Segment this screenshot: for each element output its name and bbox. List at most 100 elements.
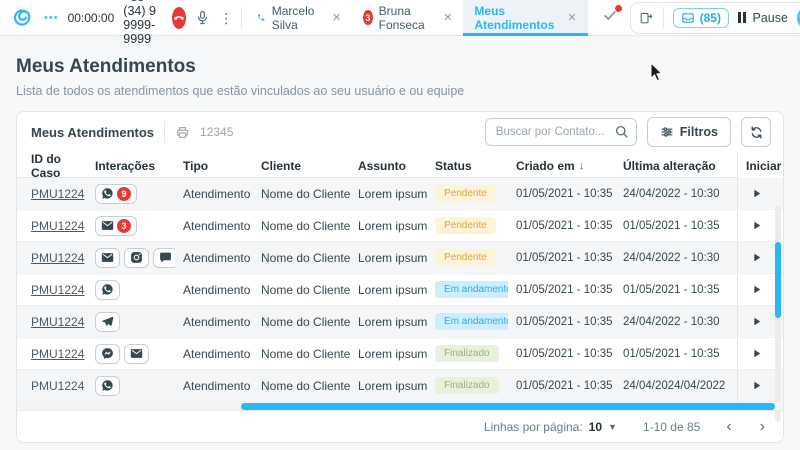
inbox-icon bbox=[681, 11, 695, 25]
tab-close-icon[interactable]: ✕ bbox=[332, 11, 341, 24]
case-id-link[interactable]: PMU1224 bbox=[31, 251, 84, 265]
rows-per-page-value[interactable]: 10 bbox=[589, 420, 602, 434]
tab-label: Bruna Fonseca bbox=[379, 4, 431, 32]
table-row[interactable]: PMU1224 Atendimento Nome do Cliente Lore… bbox=[17, 242, 783, 274]
email-chip[interactable] bbox=[124, 344, 149, 364]
row-cliente: Nome do Cliente bbox=[253, 251, 350, 265]
play-icon bbox=[750, 219, 763, 232]
col-ultima-alteracao[interactable]: Última alteração bbox=[615, 159, 737, 173]
tasks-check-button[interactable] bbox=[602, 7, 618, 28]
col-iniciar: Iniciar bbox=[737, 152, 784, 180]
app-screen: ••• 00:00:00 +55 (34) 9 9999-9999 ⋮ Marc… bbox=[0, 0, 800, 450]
horizontal-scrollbar-thumb[interactable] bbox=[241, 403, 775, 410]
hangup-button[interactable] bbox=[172, 7, 186, 29]
next-page-button[interactable]: › bbox=[760, 419, 765, 435]
case-id-link[interactable]: PMU1224 bbox=[31, 187, 84, 201]
email-chip[interactable] bbox=[95, 248, 120, 268]
chat-chip[interactable] bbox=[153, 248, 175, 268]
tab-marcelo-silva[interactable]: Marcelo Silva ✕ bbox=[246, 0, 352, 36]
vertical-scrollbar[interactable] bbox=[775, 206, 781, 422]
table-row[interactable]: PMU1224 3 Atendimento Nome do Cliente Lo… bbox=[17, 210, 783, 242]
case-id-link[interactable]: PMU1224 bbox=[31, 219, 84, 233]
horizontal-scrollbar[interactable] bbox=[17, 402, 783, 410]
pagination-range: 1-10 de 85 bbox=[643, 420, 700, 434]
tab-close-icon[interactable]: ✕ bbox=[567, 11, 576, 24]
row-assunto: Lorem ipsum bbox=[350, 251, 427, 265]
table-row[interactable]: PMU1224 9 Atendimento Nome do Cliente Lo… bbox=[17, 178, 783, 210]
rows-per-page: Linhas por página: 10 ▼ bbox=[484, 420, 617, 434]
page-subtitle: Lista de todos os atendimentos que estão… bbox=[16, 84, 784, 98]
status-badge: Finalizado bbox=[435, 345, 499, 362]
col-assunto[interactable]: Assunto bbox=[350, 159, 427, 173]
inbox-count-button[interactable]: (85) bbox=[673, 8, 729, 28]
case-id-link[interactable]: PMU1224 bbox=[31, 347, 84, 361]
col-status[interactable]: Status bbox=[427, 159, 508, 173]
whatsapp-chip[interactable]: 9 bbox=[95, 184, 137, 204]
col-interacoes[interactable]: Interações bbox=[87, 159, 175, 173]
tab-close-icon[interactable]: ✕ bbox=[443, 11, 452, 24]
call-menu-button[interactable]: ⋮ bbox=[219, 11, 233, 25]
play-icon bbox=[750, 379, 763, 392]
previous-page-button[interactable]: ‹ bbox=[726, 419, 731, 435]
filters-button[interactable]: Filtros bbox=[647, 117, 731, 147]
telegram-chip[interactable] bbox=[95, 312, 120, 332]
play-button[interactable] bbox=[750, 379, 763, 392]
row-cliente: Nome do Cliente bbox=[253, 315, 350, 329]
unread-badge: 3 bbox=[117, 219, 131, 233]
telegram-icon bbox=[101, 315, 114, 328]
table-row[interactable]: PMU1224 Atendimento Nome do Cliente Lore… bbox=[17, 306, 783, 338]
col-id-do-caso[interactable]: ID do Caso bbox=[17, 152, 87, 180]
table-row[interactable]: PMU1224 Atendimento Nome do Cliente Lore… bbox=[17, 338, 783, 370]
whatsapp-chip[interactable] bbox=[95, 376, 120, 396]
row-ultima-alteracao: 24/04/2022 - 10:30 bbox=[615, 188, 737, 200]
interactions-cell bbox=[87, 376, 175, 396]
record-count: 12345 bbox=[200, 125, 233, 139]
play-button[interactable] bbox=[750, 283, 763, 296]
inbox-count: (85) bbox=[700, 11, 721, 25]
case-id-link[interactable]: PMU1224 bbox=[31, 315, 84, 329]
row-ultima-alteracao: 01/05/2021 - 10:35 bbox=[615, 220, 737, 232]
play-button[interactable] bbox=[750, 347, 763, 360]
case-id-link[interactable]: PMU1224 bbox=[31, 379, 84, 393]
table-row[interactable]: PMU1224 Atendimento Nome do Cliente Lore… bbox=[17, 370, 783, 402]
call-transfer-button[interactable] bbox=[639, 10, 654, 25]
call-transfer-icon bbox=[639, 10, 654, 25]
whatsapp-chip[interactable] bbox=[95, 280, 120, 300]
caret-down-icon[interactable]: ▼ bbox=[608, 422, 617, 432]
col-tipo[interactable]: Tipo bbox=[175, 159, 253, 173]
microphone-button[interactable] bbox=[195, 10, 210, 25]
play-button[interactable] bbox=[750, 187, 763, 200]
instagram-chip[interactable] bbox=[124, 248, 149, 268]
row-assunto: Lorem ipsum bbox=[350, 187, 427, 201]
tab-bruna-fonseca[interactable]: 3 Bruna Fonseca ✕ bbox=[352, 0, 463, 36]
refresh-button[interactable] bbox=[741, 117, 771, 147]
col-cliente[interactable]: Cliente bbox=[253, 159, 350, 173]
table-header: ID do Caso Interações Tipo Cliente Assun… bbox=[17, 152, 783, 178]
email-icon bbox=[101, 219, 114, 232]
play-button[interactable] bbox=[750, 219, 763, 232]
case-id-link[interactable]: PMU1224 bbox=[31, 283, 84, 297]
table-row[interactable]: PMU1224 Atendimento Nome do Cliente Lore… bbox=[17, 274, 783, 306]
play-icon bbox=[750, 283, 763, 296]
pause-button[interactable]: Pause bbox=[738, 11, 788, 25]
whatsapp-icon bbox=[101, 187, 114, 200]
chat-icon bbox=[159, 251, 172, 264]
call-more-icon[interactable]: ••• bbox=[44, 12, 59, 24]
email-chip[interactable]: 3 bbox=[95, 216, 137, 236]
tab-label: Meus Atendimentos bbox=[474, 4, 554, 32]
status-badge: Pendente bbox=[435, 185, 496, 202]
notification-dot bbox=[615, 5, 622, 12]
divider bbox=[663, 7, 664, 29]
play-button[interactable] bbox=[750, 315, 763, 328]
vertical-scrollbar-thumb[interactable] bbox=[775, 242, 781, 318]
sort-desc-icon[interactable]: ↓ bbox=[579, 160, 585, 172]
row-tipo: Atendimento bbox=[175, 379, 253, 393]
instagram-icon bbox=[130, 251, 143, 264]
tab-meus-atendimentos[interactable]: Meus Atendimentos ✕ bbox=[463, 0, 587, 36]
play-button[interactable] bbox=[750, 251, 763, 264]
messenger-chip[interactable] bbox=[95, 344, 120, 364]
row-tipo: Atendimento bbox=[175, 187, 253, 201]
email-icon bbox=[130, 347, 143, 360]
col-criado-em[interactable]: Criado em↓ bbox=[508, 159, 615, 173]
row-ultima-alteracao: 24/04/2022 - 10:30 bbox=[615, 252, 737, 264]
